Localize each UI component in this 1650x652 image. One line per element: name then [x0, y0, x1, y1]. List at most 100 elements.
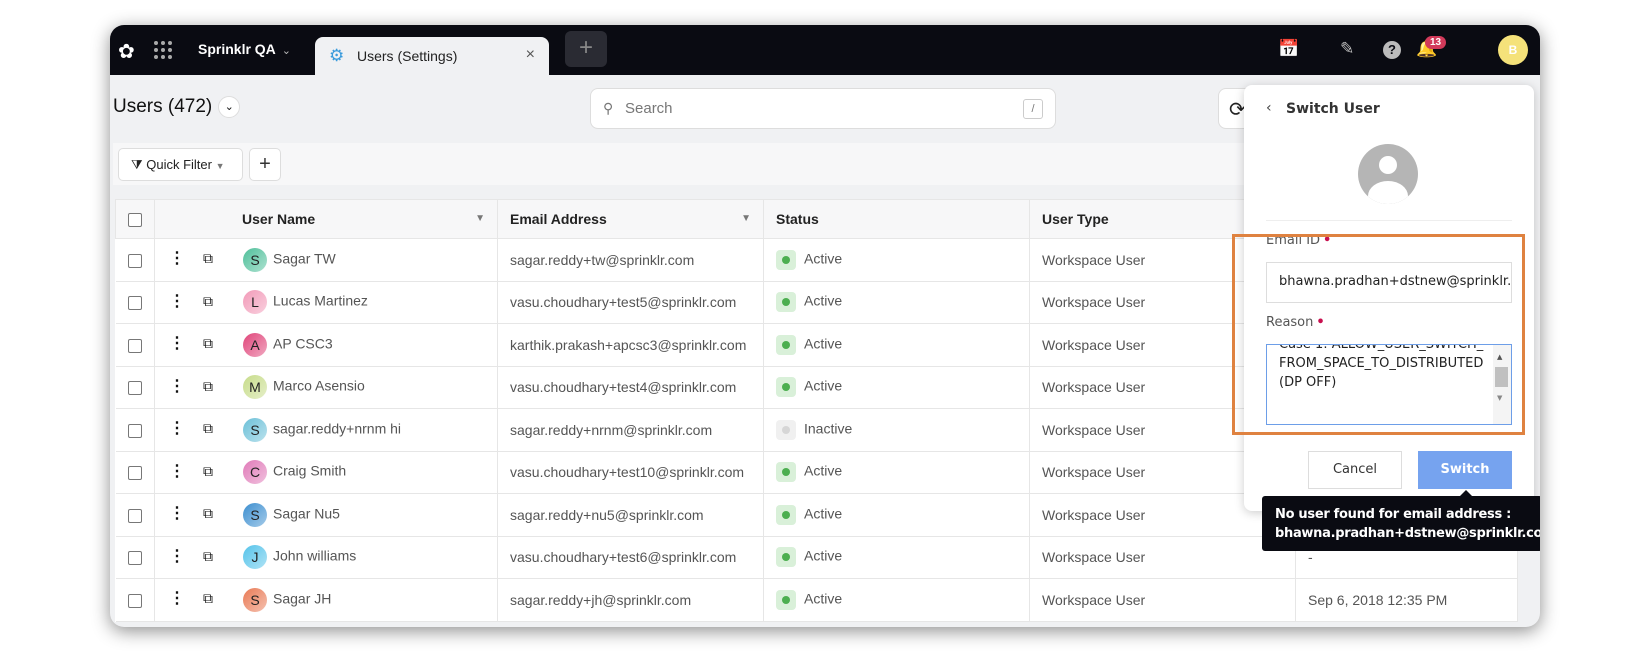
cancel-button[interactable]: Cancel — [1308, 451, 1402, 489]
more-options-icon[interactable]: ⋮ — [169, 248, 185, 268]
status-cell: Active — [763, 578, 1030, 622]
status-badge: Active — [804, 462, 843, 479]
more-options-icon[interactable]: ⋮ — [169, 418, 185, 438]
switch-user-icon[interactable]: ⧉ — [203, 463, 213, 480]
table-row[interactable]: ⋮ ⧉ S Sagar JH sagar.reddy+jh@sprinklr.com … — [115, 578, 1518, 622]
user-name-cell: ⋮ ⧉ M Marco Asensio — [154, 366, 498, 409]
status-badge: Active — [804, 505, 843, 522]
sort-icon[interactable]: ▼ — [475, 213, 485, 224]
status-dot-icon — [776, 377, 796, 398]
help-icon[interactable]: ? — [1383, 41, 1401, 59]
status-dot-icon — [776, 589, 796, 610]
last-cell: Sep 6, 2018 12:35 PM — [1295, 578, 1518, 622]
email-cell: sagar.reddy+jh@sprinklr.com — [497, 578, 764, 622]
select-all-checkbox[interactable] — [128, 213, 142, 228]
switch-user-icon[interactable]: ⧉ — [203, 293, 213, 310]
row-checkbox[interactable] — [127, 551, 142, 566]
quick-filter-button[interactable]: ⧩ Quick Filter ▼ — [118, 148, 243, 181]
status-dot-icon — [776, 504, 796, 525]
search-icon: ⚲ — [603, 100, 614, 116]
user-avatar[interactable]: B — [1498, 35, 1528, 65]
switch-user-icon[interactable]: ⧉ — [203, 505, 213, 522]
row-select-cell — [115, 323, 155, 367]
tab-users-settings[interactable]: ⚙ Users (Settings) × — [315, 37, 549, 75]
row-checkbox[interactable] — [127, 466, 142, 481]
row-checkbox[interactable] — [127, 253, 142, 268]
avatar: L — [243, 290, 267, 315]
more-options-icon[interactable]: ⋮ — [169, 291, 185, 311]
status-dot-icon — [776, 249, 796, 270]
switch-user-icon[interactable]: ⧉ — [203, 420, 213, 437]
chevron-down-icon: ⌄ — [281, 45, 292, 57]
switch-user-icon[interactable]: ⧉ — [203, 548, 213, 565]
chevron-down-icon[interactable]: ⌄ — [218, 96, 241, 118]
more-options-icon[interactable]: ⋮ — [169, 376, 185, 396]
column-header-status[interactable]: Status — [763, 199, 1030, 239]
status-badge: Active — [804, 292, 843, 309]
pencil-icon[interactable]: ✎ — [1340, 39, 1354, 59]
row-select-cell — [115, 451, 155, 494]
add-filter-button[interactable]: + — [249, 148, 281, 181]
user-placeholder-avatar — [1358, 144, 1418, 204]
new-tab-button[interactable]: + — [565, 31, 607, 67]
sprinklr-logo-icon[interactable]: ✿ — [118, 39, 135, 64]
row-checkbox[interactable] — [127, 381, 142, 396]
select-all-cell — [115, 199, 155, 239]
user-name-cell: ⋮ ⧉ S Sagar Nu5 — [154, 493, 498, 537]
status-cell: Active — [763, 493, 1030, 537]
avatar: A — [243, 332, 267, 357]
user-name-cell: ⋮ ⧉ A AP CSC3 — [154, 323, 498, 367]
status-badge: Active — [804, 250, 843, 267]
user-type-cell: Workspace User — [1029, 536, 1296, 579]
avatar: J — [243, 545, 267, 570]
row-select-cell — [115, 366, 155, 409]
more-options-icon[interactable]: ⋮ — [169, 503, 185, 523]
more-options-icon[interactable]: ⋮ — [169, 588, 185, 608]
row-select-cell — [115, 578, 155, 622]
row-checkbox[interactable] — [127, 423, 142, 438]
user-name-cell: ⋮ ⧉ L Lucas Martinez — [154, 281, 498, 324]
switch-user-icon[interactable]: ⧉ — [203, 335, 213, 352]
apps-grid-icon[interactable] — [154, 41, 172, 59]
email-cell: sagar.reddy+nu5@sprinklr.com — [497, 493, 764, 537]
notification-badge: 13 — [1425, 36, 1447, 49]
more-options-icon[interactable]: ⋮ — [169, 546, 185, 566]
switch-user-icon[interactable]: ⧉ — [203, 250, 213, 267]
email-cell: sagar.reddy+tw@sprinklr.com — [497, 238, 764, 282]
avatar: S — [243, 247, 267, 272]
status-badge: Active — [804, 377, 843, 394]
shortcut-hint: / — [1023, 99, 1043, 119]
status-dot-icon — [776, 292, 796, 313]
panel-title: Switch User — [1286, 101, 1380, 117]
row-select-cell — [115, 408, 155, 452]
row-checkbox[interactable] — [127, 338, 142, 353]
email-cell: vasu.choudhary+test4@sprinklr.com — [497, 366, 764, 409]
calendar-icon[interactable]: 📅 — [1278, 39, 1299, 59]
status-cell: Active — [763, 536, 1030, 579]
user-name-cell: ⋮ ⧉ Ssagar.reddy+nrnm hi — [154, 408, 498, 452]
status-cell: Active — [763, 238, 1030, 282]
status-badge: Inactive — [804, 420, 853, 437]
email-cell: vasu.choudhary+test10@sprinklr.com — [497, 451, 764, 494]
column-header-email[interactable]: Email Address ▼ — [497, 199, 764, 239]
workspace-switcher[interactable]: Sprinklr QA ⌄ — [198, 41, 291, 57]
back-chevron-icon[interactable]: ‹ — [1266, 100, 1272, 116]
row-checkbox[interactable] — [127, 593, 142, 608]
status-cell: Active — [763, 323, 1030, 367]
user-name-cell: ⋮ ⧉ C Craig Smith — [154, 451, 498, 494]
caret-down-icon: ▼ — [215, 161, 225, 171]
column-header-user-name[interactable]: User Name ▼ — [154, 199, 498, 239]
search-input[interactable]: ⚲ Search / — [590, 88, 1056, 129]
divider — [1266, 220, 1512, 221]
row-checkbox[interactable] — [127, 508, 142, 523]
switch-button[interactable]: Switch — [1418, 451, 1512, 489]
email-cell: sagar.reddy+nrnm@sprinklr.com — [497, 408, 764, 452]
switch-user-icon[interactable]: ⧉ — [203, 590, 213, 607]
more-options-icon[interactable]: ⋮ — [169, 333, 185, 353]
close-tab-icon[interactable]: × — [526, 46, 535, 64]
sort-icon[interactable]: ▼ — [741, 213, 751, 224]
highlight-box — [1232, 234, 1525, 435]
row-checkbox[interactable] — [127, 296, 142, 311]
switch-user-icon[interactable]: ⧉ — [203, 378, 213, 395]
more-options-icon[interactable]: ⋮ — [169, 461, 185, 481]
